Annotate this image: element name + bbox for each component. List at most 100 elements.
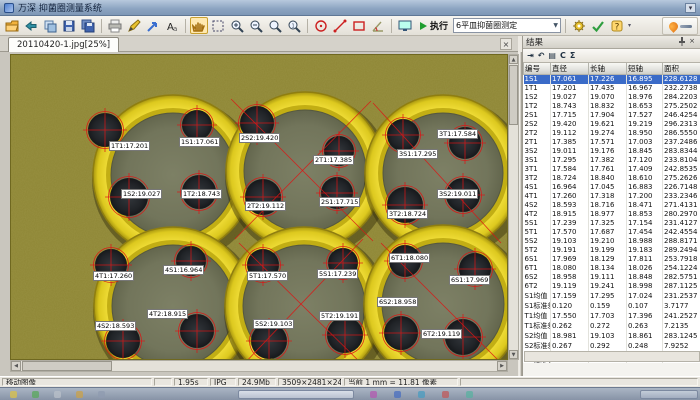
table-row[interactable]: S1均值17.15917.29517.024231.2537 <box>524 291 700 301</box>
screen-icon[interactable] <box>396 17 414 34</box>
table-cell: 17.527 <box>627 111 663 120</box>
pin-icon[interactable] <box>677 37 687 47</box>
table-row[interactable]: 1S117.06117.22616.895228.6128 <box>524 75 700 84</box>
vertical-scroll-thumb[interactable] <box>509 65 518 125</box>
scroll-left-icon[interactable]: ◀ <box>11 361 21 371</box>
save-icon[interactable] <box>60 17 78 34</box>
table-row[interactable]: 3T218.72418.84018.610275.2626 <box>524 174 700 183</box>
table-cell: 17.382 <box>589 156 627 165</box>
window-menu-icon[interactable]: ▾ <box>685 3 696 13</box>
run-label: 执行 <box>430 19 448 32</box>
table-row[interactable]: 3S117.29517.38217.120233.8104 <box>524 156 700 165</box>
table-row[interactable]: 4S116.96417.04516.883226.7148 <box>524 183 700 192</box>
check-icon[interactable] <box>589 17 607 34</box>
save-all-icon[interactable] <box>79 17 97 34</box>
settings-icon[interactable] <box>570 17 588 34</box>
text-tool-icon[interactable]: Aa <box>163 17 181 34</box>
table-cell: 18.950 <box>627 129 663 138</box>
vertical-scrollbar[interactable]: ▲ ▼ <box>508 54 519 360</box>
taskbar-icon[interactable] <box>370 391 377 398</box>
column-header-3[interactable]: 短轴 <box>627 63 663 75</box>
measure-line-icon[interactable] <box>331 17 349 34</box>
zoom-out-icon[interactable] <box>247 17 265 34</box>
taskbar-icon[interactable] <box>32 391 39 398</box>
scroll-up-icon[interactable]: ▲ <box>509 55 518 64</box>
table-row[interactable]: 5T117.57017.68717.454242.4554 <box>524 228 700 237</box>
table-row[interactable]: 2S219.42019.62119.219296.2313 <box>524 120 700 129</box>
title-bar[interactable]: 万深 抑菌圈测量系统 ▾ <box>0 0 700 16</box>
column-header-4[interactable]: 面积 <box>663 63 700 75</box>
scroll-right-icon[interactable]: ▶ <box>497 361 507 371</box>
export-icon[interactable]: ⇥ <box>527 50 534 62</box>
table-row[interactable]: 1S219.02719.07018.976284.2203 <box>524 93 700 102</box>
table-row[interactable]: T1均值17.55017.70317.396241.2527 <box>524 311 700 321</box>
table-row[interactable]: 3T117.58417.76117.409242.8535 <box>524 165 700 174</box>
table-row[interactable]: S1标准差0.1200.1590.1073.7177 <box>524 301 700 311</box>
zoom-100-icon[interactable]: 1 <box>285 17 303 34</box>
table-row[interactable]: T1标准差0.2620.2720.2637.2135 <box>524 321 700 331</box>
table-row[interactable]: 3S219.01119.17618.845283.8344 <box>524 147 700 156</box>
horizontal-scrollbar[interactable]: ◀ ▶ <box>10 360 508 372</box>
table-row[interactable]: 1T218.74318.83218.653275.2502 <box>524 102 700 111</box>
specimen-image[interactable]: 1T1:17.2011S1:17.0611S2:19.0271T2:18.743… <box>10 54 508 360</box>
table-row[interactable]: 5S219.10319.21018.988288.8171 <box>524 237 700 246</box>
zoom-fit-icon[interactable] <box>266 17 284 34</box>
select-frame-icon[interactable] <box>209 17 227 34</box>
column-header-1[interactable]: 直径 <box>551 63 589 75</box>
measure-rect-icon[interactable] <box>350 17 368 34</box>
taskbar-icon[interactable] <box>10 391 17 398</box>
help-icon[interactable]: ? <box>608 17 626 34</box>
column-header-2[interactable]: 长轴 <box>589 63 627 75</box>
measure-circle-icon[interactable] <box>312 17 330 34</box>
help-menu-caret-icon[interactable]: ▾ <box>628 22 631 29</box>
copy-image-icon[interactable] <box>41 17 59 34</box>
save-result-icon[interactable]: ▤ <box>548 50 556 62</box>
results-table-scrollbar[interactable] <box>524 351 700 362</box>
table-row[interactable]: 6S218.95819.11118.848282.5751 <box>524 273 700 282</box>
print-icon[interactable] <box>106 17 124 34</box>
clear-icon[interactable]: C <box>560 50 566 62</box>
scroll-down-icon[interactable]: ▼ <box>509 350 518 359</box>
run-button[interactable]: 执行 <box>415 18 452 33</box>
task-select-dropdown[interactable]: 6平皿抑菌圈测定▼ <box>453 18 561 33</box>
back-icon[interactable] <box>22 17 40 34</box>
table-row[interactable]: 5S117.23917.32517.154231.4127 <box>524 219 700 228</box>
table-row[interactable]: 2T219.11219.27418.950286.5550 <box>524 129 700 138</box>
table-row[interactable]: 2T117.38517.57117.003237.2486 <box>524 138 700 147</box>
table-row[interactable]: 2S117.71517.90417.527246.4254 <box>524 111 700 120</box>
undo-icon[interactable]: ↶ <box>538 50 545 62</box>
tab-image-document[interactable]: 20110420-1.jpg[25%] <box>8 37 119 52</box>
status-segment-0: 移动图像 <box>2 378 152 386</box>
sum-icon[interactable]: Σ <box>570 50 575 62</box>
table-row[interactable]: 4T218.91518.97718.853280.2970 <box>524 210 700 219</box>
taskbar-icon[interactable] <box>394 391 401 398</box>
table-row[interactable]: 5T219.19119.19919.183289.2494 <box>524 246 700 255</box>
table-row[interactable]: 4T117.26017.31817.200233.2346 <box>524 192 700 201</box>
table-row[interactable]: 6T118.08018.13418.026254.1224 <box>524 264 700 273</box>
table-row[interactable]: 4S218.59318.71618.471271.4131 <box>524 201 700 210</box>
taskbar-window-button[interactable] <box>238 390 354 399</box>
taskbar-icon[interactable] <box>76 391 83 398</box>
measure-angle-icon[interactable] <box>369 17 387 34</box>
pan-hand-icon[interactable] <box>190 17 208 34</box>
table-row[interactable]: 1T117.20117.43516.967232.2738 <box>524 84 700 93</box>
taskbar-icon[interactable] <box>442 391 449 398</box>
column-header-0[interactable]: 编号 <box>524 63 551 75</box>
table-row[interactable]: 6T219.11919.24118.998287.1125 <box>524 282 700 291</box>
zoom-in-icon[interactable] <box>228 17 246 34</box>
pencil-icon[interactable] <box>125 17 143 34</box>
annotate-arrow-icon[interactable] <box>144 17 162 34</box>
table-row[interactable]: 6S117.96918.12917.811253.7918 <box>524 255 700 264</box>
table-row[interactable]: S2标准差0.2670.2920.2487.9252 <box>524 341 700 351</box>
os-taskbar[interactable] <box>0 387 700 400</box>
close-panel-icon[interactable]: × <box>687 37 697 47</box>
zone-measurement-label: 5S2:19.103 <box>253 319 294 329</box>
horizontal-scroll-thumb[interactable] <box>22 361 112 371</box>
taskbar-icon[interactable] <box>54 391 61 398</box>
taskbar-icon[interactable] <box>466 391 473 398</box>
taskbar-icon[interactable] <box>418 391 425 398</box>
table-row[interactable]: S2均值18.98119.10318.861283.1245 <box>524 331 700 341</box>
open-image-icon[interactable] <box>3 17 21 34</box>
taskbar-icon[interactable] <box>98 391 105 398</box>
close-view-icon[interactable]: × <box>500 38 512 50</box>
